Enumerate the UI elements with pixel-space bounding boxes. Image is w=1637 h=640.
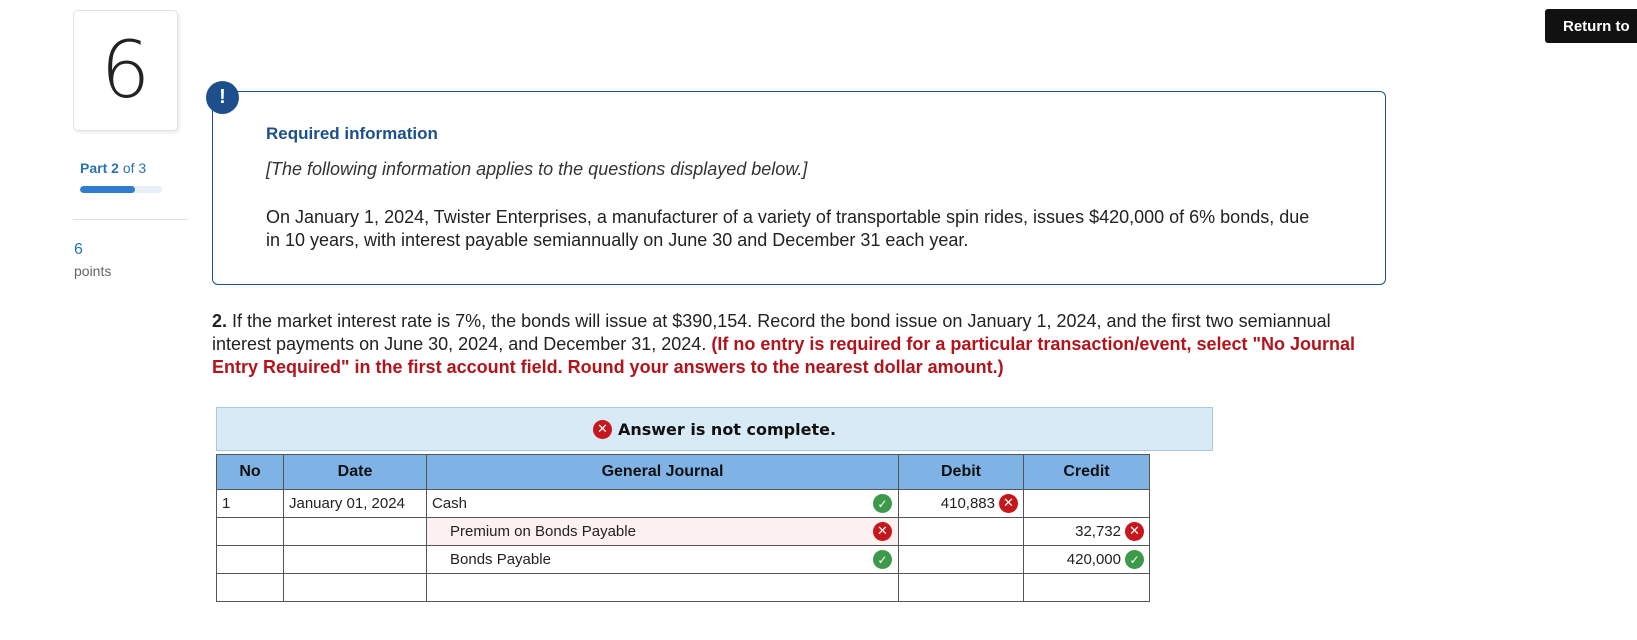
cell-no[interactable] <box>216 573 284 602</box>
answer-status-text: Answer is not complete. <box>617 419 837 439</box>
points-label: points <box>74 263 112 279</box>
question-number-box: 6 <box>73 10 178 131</box>
cell-no[interactable] <box>216 517 284 546</box>
table-row: Bonds Payable ✓ 420,000 ✓ <box>216 545 1150 574</box>
info-subtitle: [The following information applies to th… <box>266 159 808 179</box>
journal-header-row: No Date General Journal Debit Credit <box>216 454 1150 490</box>
question-number-label: 2. <box>212 311 228 331</box>
header-general-journal: General Journal <box>426 454 899 490</box>
cell-debit[interactable] <box>898 545 1024 574</box>
part-progress-bar <box>80 186 162 193</box>
cell-credit[interactable]: 32,732 ✕ <box>1023 517 1150 546</box>
part-indicator: Part 2 of 3 <box>80 160 146 176</box>
error-icon: ✕ <box>873 522 892 541</box>
cell-account[interactable]: Premium on Bonds Payable ✕ <box>426 517 899 546</box>
points-value: 6 <box>74 241 83 258</box>
sidebar-divider <box>73 219 188 220</box>
cell-credit[interactable] <box>1023 573 1150 602</box>
header-date: Date <box>283 454 427 490</box>
part-progress-fill <box>80 186 135 193</box>
credit-value: 420,000 <box>1066 551 1121 568</box>
header-no: No <box>216 454 284 490</box>
answer-status-banner: ✕ Answer is not complete. <box>216 407 1213 451</box>
part-label: Part 2 <box>80 160 119 176</box>
error-icon: ✕ <box>999 494 1018 513</box>
cell-date[interactable]: January 01, 2024 <box>283 489 427 518</box>
cell-account[interactable]: Bonds Payable ✓ <box>426 545 899 574</box>
cell-credit[interactable] <box>1023 489 1150 518</box>
error-icon: ✕ <box>1125 522 1144 541</box>
alert-icon: ! <box>206 81 239 114</box>
account-name: Premium on Bonds Payable <box>450 523 636 540</box>
cell-no[interactable] <box>216 545 284 574</box>
cell-credit[interactable]: 420,000 ✓ <box>1023 545 1150 574</box>
required-info-box <box>212 91 1386 285</box>
cell-no[interactable]: 1 <box>216 489 284 518</box>
debit-value: 410,883 <box>940 495 995 512</box>
question-number: 6 <box>100 25 151 116</box>
account-name: Bonds Payable <box>450 551 551 568</box>
return-button[interactable]: Return to <box>1545 9 1637 43</box>
header-credit: Credit <box>1023 454 1150 490</box>
table-row <box>216 573 1150 602</box>
header-debit: Debit <box>898 454 1024 490</box>
cell-account[interactable]: Cash ✓ <box>426 489 899 518</box>
table-row: 1 January 01, 2024 Cash ✓ 410,883 ✕ <box>216 489 1150 518</box>
cell-debit[interactable]: 410,883 ✕ <box>898 489 1024 518</box>
part-of: of 3 <box>122 160 147 176</box>
credit-value: 32,732 <box>1075 523 1121 540</box>
check-icon: ✓ <box>873 550 892 569</box>
table-row: Premium on Bonds Payable ✕ 32,732 ✕ <box>216 517 1150 546</box>
info-title: Required information <box>266 124 438 143</box>
cell-debit[interactable] <box>898 573 1024 602</box>
cell-debit[interactable] <box>898 517 1024 546</box>
cell-date[interactable] <box>283 573 427 602</box>
check-icon: ✓ <box>873 494 892 513</box>
check-icon: ✓ <box>1125 550 1144 569</box>
question-text: 2. If the market interest rate is 7%, th… <box>212 310 1392 379</box>
info-body: On January 1, 2024, Twister Enterprises,… <box>266 207 1310 250</box>
account-name: Cash <box>432 495 468 512</box>
cell-date[interactable] <box>283 545 427 574</box>
cell-account[interactable] <box>426 573 899 602</box>
cell-date[interactable] <box>283 517 427 546</box>
journal-table: No Date General Journal Debit Credit 1 Ja… <box>216 454 1150 602</box>
error-icon: ✕ <box>592 419 612 439</box>
